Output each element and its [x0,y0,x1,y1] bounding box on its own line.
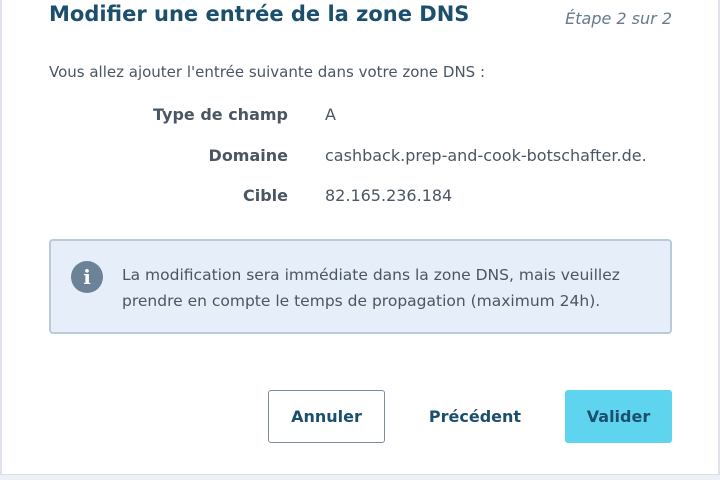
previous-button[interactable]: Précédent [415,390,535,443]
dns-edit-dialog: Modifier une entrée de la zone DNS Étape… [0,0,720,480]
record-domain-row: Domaine cashback.prep-and-cook-botschaft… [0,146,720,170]
info-message-line-2: prendre en compte le temps de propagatio… [122,292,601,310]
info-message-line-1: La modification sera immédiate dans la z… [122,266,620,284]
info-message: La modification sera immédiate dans la z… [122,262,642,314]
dialog-bottom-edge [0,474,720,480]
record-target-value: 82.165.236.184 [325,186,453,205]
record-domain-value: cashback.prep-and-cook-botschafter.de. [325,146,647,165]
propagation-info-box: i La modification sera immédiate dans la… [49,239,672,334]
step-indicator: Étape 2 sur 2 [565,9,672,28]
submit-button[interactable]: Valider [565,390,672,443]
cancel-button[interactable]: Annuler [268,390,385,443]
record-target-label: Cible [242,186,288,205]
record-type-row: Type de champ A [0,105,720,129]
dialog-title: Modifier une entrée de la zone DNS [49,2,470,26]
record-domain-label: Domaine [208,146,288,165]
record-type-label: Type de champ [153,105,288,124]
record-target-row: Cible 82.165.236.184 [0,186,720,210]
intro-text: Vous allez ajouter l'entrée suivante dan… [49,63,486,81]
record-type-value: A [325,105,336,124]
dialog-left-edge [0,0,2,480]
info-icon: i [71,261,103,293]
